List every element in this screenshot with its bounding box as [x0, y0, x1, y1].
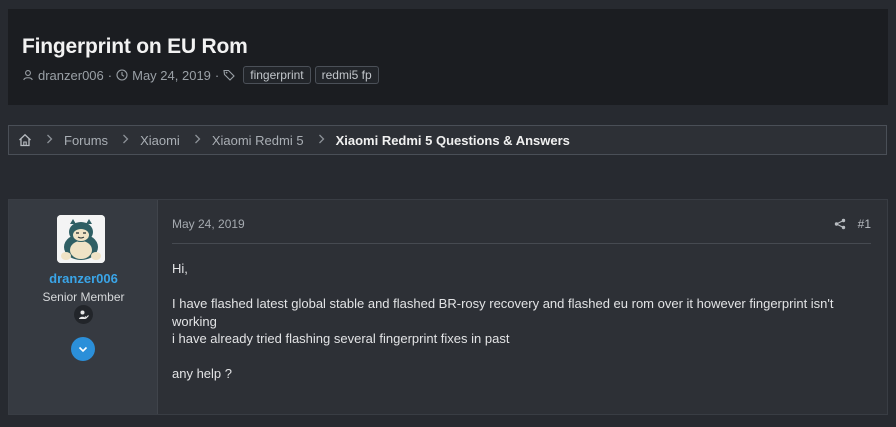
- breadcrumb-xiaomi-redmi-5[interactable]: Xiaomi Redmi 5: [212, 133, 304, 148]
- avatar[interactable]: [57, 215, 105, 263]
- post-divider: [172, 243, 871, 244]
- user-icon: [22, 69, 34, 81]
- expand-user-info-button[interactable]: [71, 337, 95, 361]
- post-text: Hi,: [172, 261, 188, 276]
- post-text: I have flashed latest global stable and …: [172, 296, 834, 329]
- chevron-right-icon: [194, 134, 201, 147]
- breadcrumb-xiaomi[interactable]: Xiaomi: [140, 133, 180, 148]
- chevron-down-icon: [78, 346, 88, 353]
- breadcrumb-forums[interactable]: Forums: [64, 133, 108, 148]
- page-title: Fingerprint on EU Rom: [22, 35, 248, 58]
- member-badge-icon: [74, 305, 93, 324]
- chevron-right-icon: [46, 134, 53, 147]
- thread-meta: dranzer006 · May 24, 2019 · fingerprint …: [22, 65, 888, 85]
- breadcrumb-current[interactable]: Xiaomi Redmi 5 Questions & Answers: [336, 133, 570, 148]
- post-text: i have already tried flashing several fi…: [172, 331, 510, 346]
- post-body: Hi, I have flashed latest global stable …: [172, 260, 867, 383]
- meta-separator: ·: [214, 67, 220, 83]
- post-date-link[interactable]: May 24, 2019: [172, 217, 245, 231]
- post-actions: #1: [834, 217, 871, 231]
- post-number-link[interactable]: #1: [858, 217, 871, 231]
- breadcrumb: Forums Xiaomi Xiaomi Redmi 5 Xiaomi Redm…: [8, 125, 887, 155]
- post-message: dranzer006 Senior Member May 24, 2019 #1…: [8, 199, 888, 415]
- thread-header: Fingerprint on EU Rom dranzer006 · May 2…: [8, 9, 888, 105]
- meta-separator: ·: [107, 67, 113, 83]
- share-icon[interactable]: [834, 218, 846, 230]
- user-title: Senior Member: [42, 290, 125, 304]
- clock-icon: [116, 69, 128, 81]
- post-text: any help ?: [172, 366, 232, 381]
- username-link[interactable]: dranzer006: [9, 271, 158, 286]
- tag-redmi5-fp[interactable]: redmi5 fp: [314, 66, 379, 84]
- home-icon[interactable]: [18, 133, 32, 147]
- chevron-right-icon: [122, 134, 129, 147]
- post-user-cell: dranzer006 Senior Member: [9, 200, 158, 414]
- chevron-right-icon: [318, 134, 325, 147]
- thread-author-link[interactable]: dranzer006: [38, 68, 104, 83]
- tag-fingerprint[interactable]: fingerprint: [243, 66, 311, 84]
- tag-icon: [223, 69, 236, 81]
- thread-date-link[interactable]: May 24, 2019: [132, 68, 211, 83]
